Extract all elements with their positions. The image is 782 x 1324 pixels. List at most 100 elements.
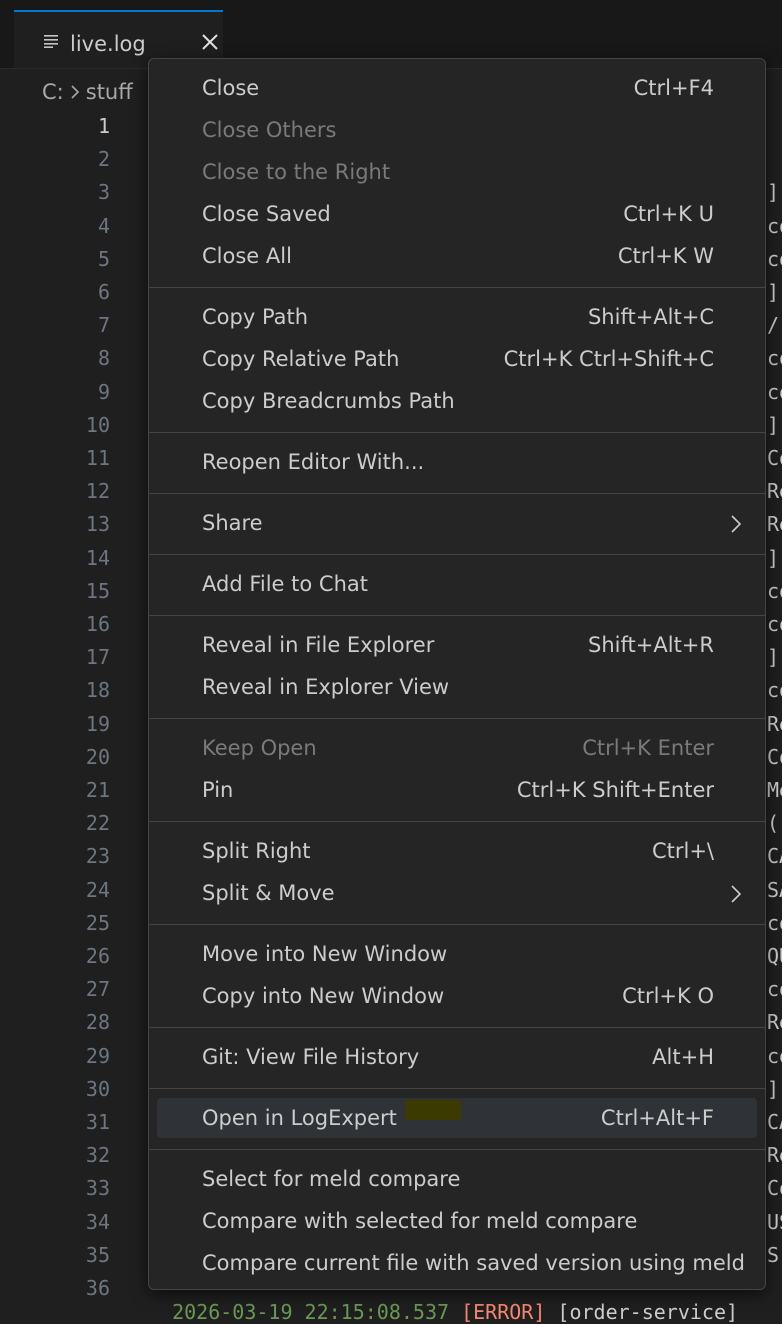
menu-item-copy-into-new-window[interactable]: Copy into New Window Ctrl+K O [157, 976, 757, 1016]
menu-separator [149, 287, 765, 288]
menu-separator [149, 821, 765, 822]
line-number: 9 [97, 379, 110, 404]
menu-item-label: Copy Breadcrumbs Path [202, 389, 455, 413]
menu-item-label: Close Saved [202, 202, 331, 226]
menu-item-compare-current-file-with-saved-version-using-meld[interactable]: Compare current file with saved version … [157, 1243, 757, 1283]
title-strip [0, 0, 782, 10]
line-number: 17 [85, 645, 110, 670]
menu-item-keep-open: Keep Open Ctrl+K Enter [157, 728, 757, 768]
menu-item-reveal-in-explorer-view[interactable]: Reveal in Explorer View [157, 667, 757, 707]
menu-item-shortcut: Ctrl+K Ctrl+Shift+C [503, 347, 714, 371]
menu-item-label: Keep Open [202, 736, 317, 760]
line-number: 22 [85, 811, 110, 836]
menu-item-label: Close to the Right [202, 160, 391, 184]
menu-item-shortcut: Ctrl+Alt+F [600, 1106, 714, 1130]
line-number: 26 [85, 944, 110, 968]
line-number: 19 [85, 711, 110, 736]
menu-item-move-into-new-window[interactable]: Move into New Window [157, 934, 757, 974]
menu-separator [149, 924, 765, 925]
menu-item-copy-path[interactable]: Copy Path Shift+Alt+C [157, 297, 757, 337]
line-number: 4 [97, 213, 110, 238]
menu-item-add-file-to-chat[interactable]: Add File to Chat [157, 564, 757, 604]
menu-item-label: Open in LogExpert [202, 1106, 397, 1130]
code-fragment: Co [767, 744, 782, 769]
menu-item-split-move[interactable]: Split & Move [157, 873, 757, 913]
line-number: 8 [97, 346, 110, 371]
menu-separator [149, 493, 765, 494]
menu-separator [149, 1088, 765, 1089]
code-fragment: ] [767, 545, 780, 570]
code-fragment: QU [767, 944, 782, 968]
code-fragment: co [767, 612, 782, 636]
code-fragment: co [767, 977, 782, 1002]
menu-item-compare-with-selected-for-meld-compare[interactable]: Compare with selected for meld compare [157, 1201, 757, 1241]
menu-item-pin[interactable]: Pin Ctrl+K Shift+Enter [157, 770, 757, 810]
log-level: [ERROR] [461, 1300, 546, 1324]
line-number: 18 [85, 678, 110, 703]
menu-item-close[interactable]: Close Ctrl+F4 [157, 68, 757, 108]
menu-item-shortcut: Ctrl+K O [622, 984, 714, 1008]
menu-item-close-to-the-right: Close to the Right [157, 152, 757, 192]
menu-separator [149, 615, 765, 616]
code-fragment: co [767, 1043, 782, 1068]
code-fragment: ( [767, 811, 780, 836]
breadcrumb-folder[interactable]: stuff [86, 80, 133, 104]
menu-item-reveal-in-file-explorer[interactable]: Reveal in File Explorer Shift+Alt+R [157, 625, 757, 665]
menu-item-label: Reveal in File Explorer [202, 633, 435, 657]
menu-item-label: Split & Move [202, 881, 335, 905]
menu-item-split-right[interactable]: Split Right Ctrl+\ [157, 831, 757, 871]
line-number: 1 [97, 114, 110, 138]
tab-label: live.log [70, 32, 146, 56]
breadcrumb-drive[interactable]: C: [42, 80, 64, 104]
menu-item-label: Copy Path [202, 305, 309, 329]
menu-item-shortcut: Ctrl+\ [651, 839, 714, 863]
line-number: 13 [85, 512, 110, 537]
file-lines-icon [44, 35, 58, 48]
menu-item-close-all[interactable]: Close All Ctrl+K W [157, 236, 757, 276]
menu-item-shortcut: Ctrl+K Shift+Enter [516, 778, 714, 802]
chevron-right-icon [71, 85, 79, 99]
menu-separator [149, 1149, 765, 1150]
menu-item-label: Split Right [202, 839, 311, 863]
log-timestamp: 2026-03-19 22:15:08.537 [172, 1300, 462, 1324]
menu-item-label: Reveal in Explorer View [202, 675, 450, 699]
menu-item-git-view-file-history[interactable]: Git: View File History Alt+H [157, 1037, 757, 1077]
menu-item-copy-relative-path[interactable]: Copy Relative Path Ctrl+K Ctrl+Shift+C [157, 339, 757, 379]
close-icon[interactable] [198, 30, 222, 54]
menu-item-shortcut: Alt+H [652, 1045, 714, 1069]
line-number: 32 [85, 1143, 110, 1168]
line-number: 3 [97, 180, 110, 205]
line-number: 15 [85, 578, 110, 603]
menu-item-label: Close [202, 76, 260, 100]
menu-item-shortcut: Ctrl+F4 [633, 76, 714, 100]
highlight-mark [405, 1100, 461, 1120]
menu-item-reopen-editor-with[interactable]: Reopen Editor With... [157, 442, 757, 482]
menu-item-select-for-meld-compare[interactable]: Select for meld compare [157, 1159, 757, 1199]
menu-separator [149, 1027, 765, 1028]
code-fragment: co [767, 346, 782, 371]
line-number: 25 [85, 910, 110, 935]
line-number: 34 [85, 1209, 110, 1234]
line-number: 28 [85, 1010, 110, 1035]
line-number: 2 [97, 147, 110, 172]
menu-separator [149, 432, 765, 433]
menu-item-label: Copy into New Window [202, 984, 445, 1008]
line-number: 27 [85, 977, 110, 1002]
menu-item-label: Close All [202, 244, 292, 268]
code-fragment: Re [767, 512, 782, 537]
menu-item-shortcut: Shift+Alt+R [588, 633, 714, 657]
chevron-right-icon [731, 885, 742, 903]
menu-item-label: Close Others [202, 118, 337, 142]
code-fragment: co [767, 246, 782, 271]
code-fragment: ] [767, 645, 780, 670]
menu-item-close-saved[interactable]: Close Saved Ctrl+K U [157, 194, 757, 234]
menu-item-share[interactable]: Share [157, 503, 757, 543]
code-fragment: Re [767, 1143, 782, 1168]
menu-item-open-in-logexpert[interactable]: Open in LogExpert Ctrl+Alt+F [157, 1098, 757, 1138]
line-number: 16 [85, 612, 110, 636]
log-source: [order-service] [545, 1300, 739, 1324]
line-number: 21 [85, 778, 110, 802]
menu-item-shortcut: Ctrl+K Enter [582, 736, 714, 760]
menu-item-copy-breadcrumbs-path[interactable]: Copy Breadcrumbs Path [157, 381, 757, 421]
line-number: 7 [97, 313, 110, 338]
